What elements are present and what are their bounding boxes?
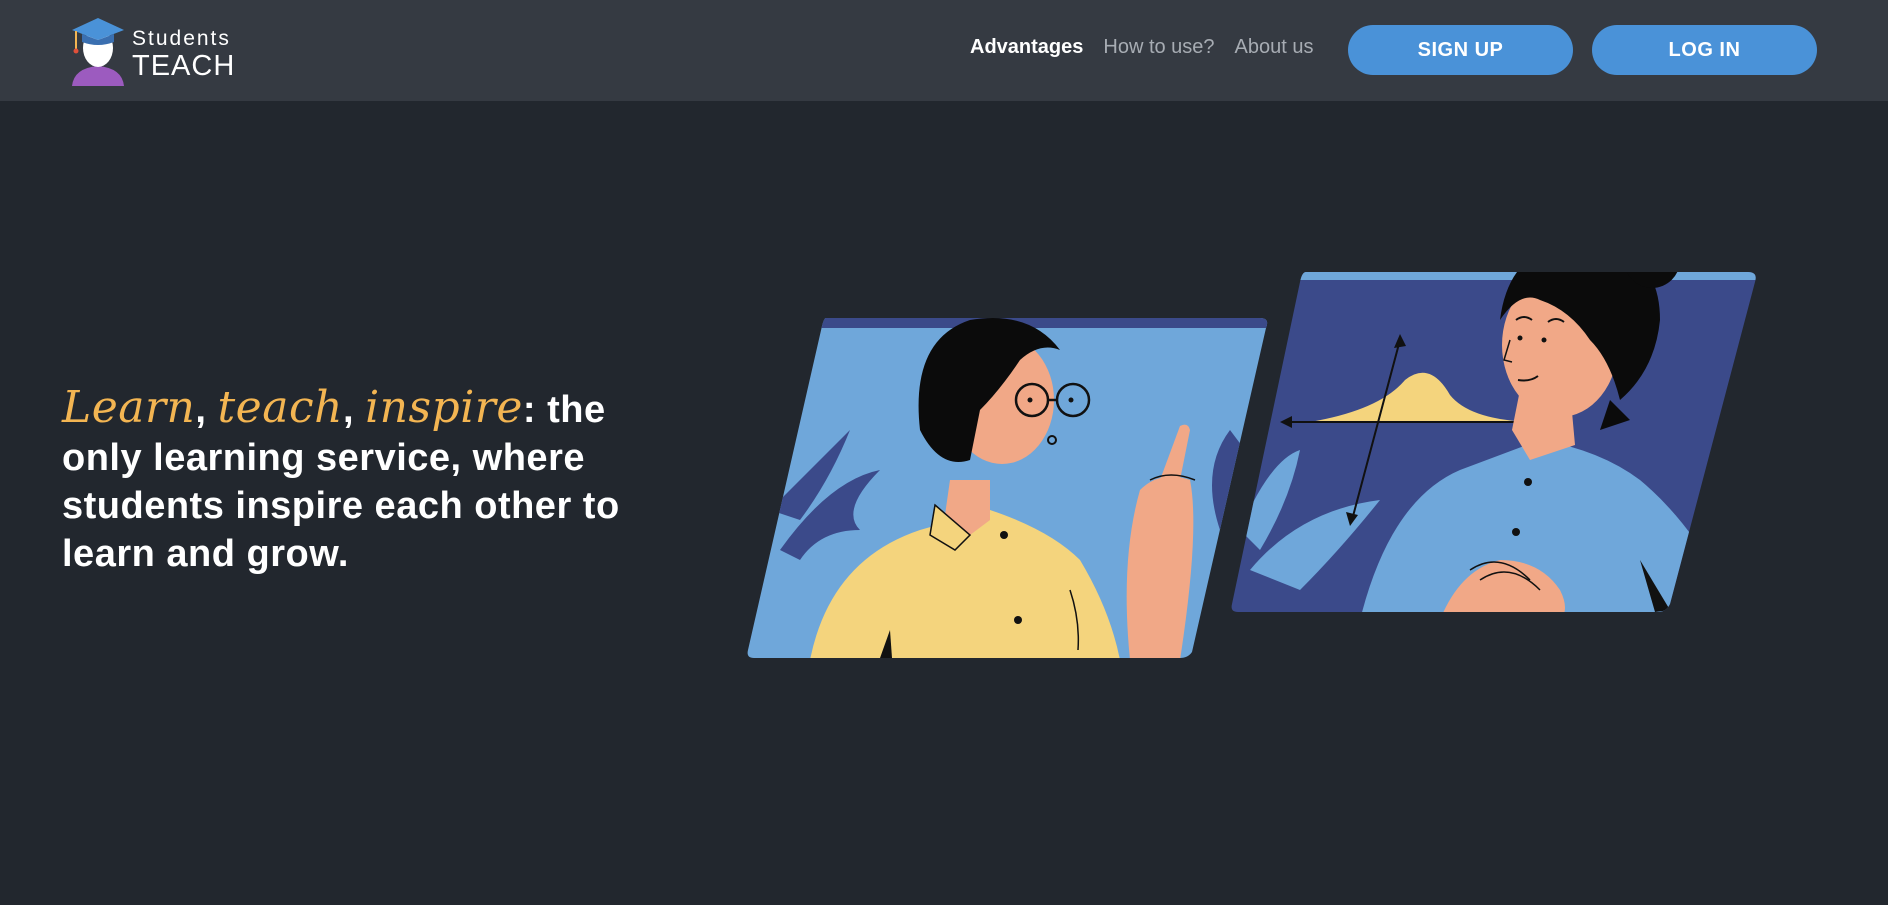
- hero-word-learn: Learn: [62, 382, 196, 433]
- graduate-avatar-icon: [72, 18, 124, 86]
- hero-illustration: [747, 272, 1756, 658]
- signup-button[interactable]: SIGN UP: [1348, 25, 1573, 75]
- nav-item-how-to-use[interactable]: How to use?: [1103, 36, 1214, 59]
- hero-word-teach: teach: [217, 382, 343, 433]
- hero-word-inspire: inspire: [365, 382, 523, 433]
- hero-headline: Learn, teach, inspire: the only learning…: [62, 384, 642, 578]
- logo[interactable]: Students TEACH: [68, 14, 238, 88]
- header: Students TEACH Advantages How to use? Ab…: [0, 0, 1888, 101]
- login-button[interactable]: LOG IN: [1592, 25, 1817, 75]
- nav-item-about-us[interactable]: About us: [1235, 36, 1314, 59]
- hero-separator-2: ,: [342, 389, 366, 431]
- logo-bottom-text: TEACH: [132, 50, 236, 82]
- left-video-panel: [747, 318, 1268, 658]
- right-video-panel: [1231, 272, 1756, 612]
- main-nav: Advantages How to use? About us: [970, 36, 1314, 59]
- hero-separator-1: ,: [195, 389, 218, 431]
- logo-text: Students TEACH: [132, 28, 235, 81]
- nav-item-advantages[interactable]: Advantages: [970, 36, 1083, 59]
- logo-top-text: Students: [132, 27, 231, 50]
